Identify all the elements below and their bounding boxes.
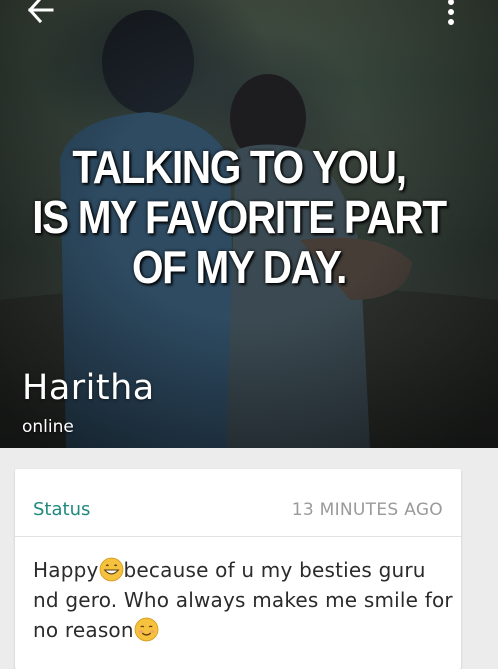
status-card-title: Status (33, 499, 91, 520)
status-message: Happy because of u my besties guru nd ge… (33, 555, 453, 645)
smiling-face-icon (134, 617, 159, 642)
status-timestamp: 13 MINUTES AGO (291, 500, 443, 520)
caption-line: IS MY FAVORITE PART (32, 191, 447, 243)
status-card: Status 13 MINUTES AGO Happy because of u… (15, 469, 461, 669)
status-card-header: Status 13 MINUTES AGO (15, 469, 461, 537)
photo-caption: TALKING TO YOU, IS MY FAVORITE PART OF M… (29, 142, 450, 292)
back-button[interactable] (24, 0, 58, 26)
arrow-left-icon (27, 0, 54, 24)
overflow-menu-button[interactable] (440, 0, 462, 26)
grinning-face-icon (99, 557, 123, 582)
more-vertical-icon (448, 0, 454, 25)
contact-presence: online (22, 417, 74, 437)
contact-name: Haritha (22, 368, 155, 408)
status-text-part: Happy (33, 558, 99, 582)
profile-header: TALKING TO YOU, IS MY FAVORITE PART OF M… (0, 0, 498, 448)
caption-line: TALKING TO YOU, (72, 141, 407, 193)
caption-line: OF MY DAY. (131, 241, 347, 293)
